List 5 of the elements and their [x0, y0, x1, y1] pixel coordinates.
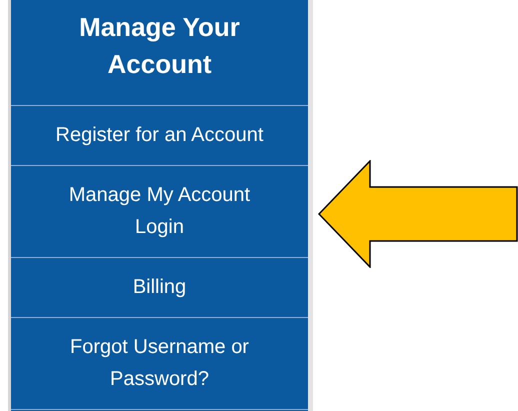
panel-title: Manage Your Account [11, 0, 308, 106]
menu-link[interactable]: Manage My Account Login [11, 166, 308, 258]
menu-link[interactable]: Billing [11, 258, 308, 318]
menu-link[interactable]: Forgot Username or Password? [11, 318, 308, 410]
menu-link[interactable]: Register for an Account [11, 106, 308, 166]
